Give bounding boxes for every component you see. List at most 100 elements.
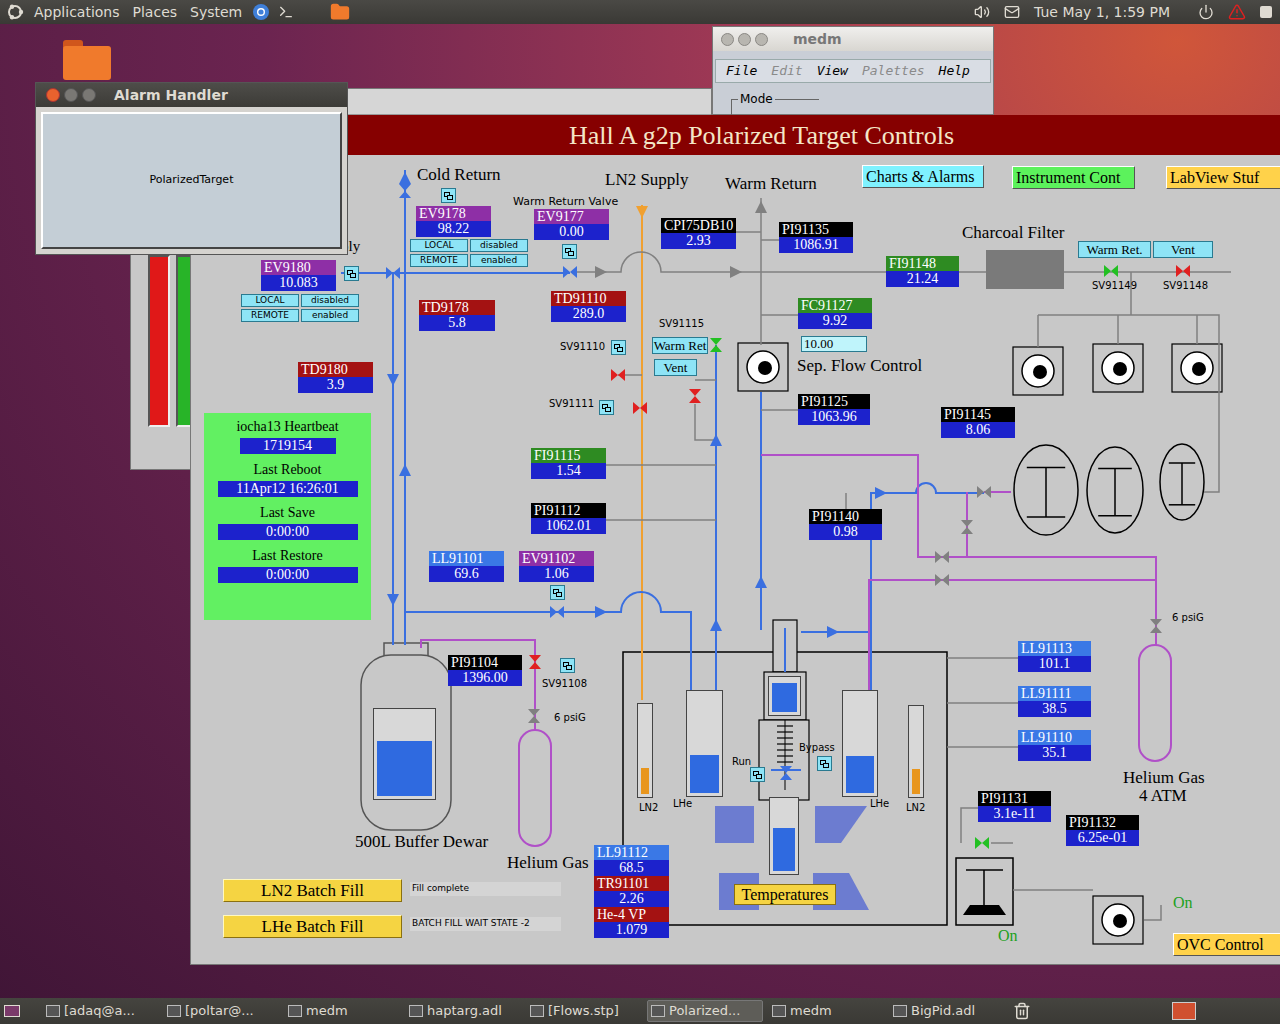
trash-icon[interactable]	[1013, 1002, 1031, 1020]
warm-pipe	[695, 379, 716, 381]
window-control-icon[interactable]	[721, 33, 734, 46]
valve-icon[interactable]	[975, 837, 989, 849]
mode-button[interactable]: LOCAL	[241, 294, 299, 307]
related-display-button[interactable]	[599, 400, 614, 415]
mode-button[interactable]: enabled	[470, 254, 528, 267]
window-control-icon[interactable]	[738, 33, 751, 46]
batch-fill-button[interactable]: LHe Batch Fill	[223, 915, 402, 938]
valve-icon[interactable]	[935, 574, 949, 586]
valve-icon[interactable]	[550, 606, 564, 618]
panel-menu[interactable]: Places	[133, 2, 178, 23]
valve-button[interactable]: Vent	[1153, 241, 1213, 258]
terminal-icon[interactable]	[278, 4, 294, 20]
user-icon[interactable]	[1260, 6, 1272, 18]
task-button[interactable]: haptarg.adl	[405, 1000, 521, 1022]
task-button[interactable]: [Flows.stp]	[526, 1000, 642, 1022]
menu-item[interactable]: Edit	[771, 61, 802, 81]
valve-icon[interactable]	[399, 184, 411, 198]
valve-icon[interactable]	[386, 267, 400, 279]
related-display-button[interactable]	[562, 244, 577, 259]
valve-icon[interactable]	[1176, 265, 1190, 277]
related-display-button[interactable]	[560, 658, 575, 673]
valve-icon[interactable]	[977, 486, 991, 498]
readout-tag: TR91101	[594, 876, 669, 891]
valve-icon[interactable]	[633, 402, 647, 414]
valve-icon[interactable]	[1150, 619, 1162, 633]
alarm-group[interactable]: PolarizedTarget	[150, 172, 234, 189]
power-icon[interactable]	[1198, 4, 1214, 20]
close-icon[interactable]	[46, 88, 60, 102]
valve-icon[interactable]	[689, 389, 701, 403]
temperatures-button[interactable]: Temperatures	[734, 884, 836, 905]
related-display-button[interactable]	[550, 585, 565, 600]
valve-icon[interactable]	[563, 266, 577, 278]
related-display-button[interactable]	[441, 188, 456, 203]
valve-button[interactable]: Vent	[654, 359, 697, 376]
mode-button[interactable]: LOCAL	[410, 239, 468, 252]
browser-icon[interactable]	[252, 3, 270, 21]
mode-button[interactable]: REMOTE	[410, 254, 468, 267]
nav-button[interactable]: Instrument Cont	[1012, 166, 1135, 189]
pump-icon	[1172, 344, 1222, 392]
menu-item[interactable]: View	[817, 61, 848, 81]
valve-icon[interactable]	[710, 338, 722, 352]
nav-button[interactable]: LabView Stuf	[1166, 166, 1280, 189]
readout-tag: FC91127	[798, 298, 872, 313]
panel-menu[interactable]: Applications	[34, 2, 120, 23]
minimize-icon[interactable]	[64, 88, 78, 102]
valve-icon[interactable]	[528, 709, 540, 723]
setpoint-field[interactable]: 10.00	[801, 336, 867, 352]
ubuntu-logo-icon[interactable]	[6, 3, 24, 21]
task-button[interactable]: medm	[768, 1000, 884, 1022]
heartbeat-label: Last Save	[260, 505, 315, 521]
task-button[interactable]: [adaq@a...	[42, 1000, 158, 1022]
task-button[interactable]: medm	[284, 1000, 400, 1022]
mode-button[interactable]: disabled	[301, 294, 359, 307]
desktop-folder-icon[interactable]	[63, 40, 111, 80]
diagram-label: Warm Return	[725, 174, 817, 194]
valve-button[interactable]: Warm Ret	[652, 337, 708, 354]
mail-icon[interactable]	[1004, 4, 1020, 20]
menu-item[interactable]: Palettes	[862, 61, 925, 81]
valve-icon[interactable]	[935, 551, 949, 563]
pump-icon	[738, 343, 788, 391]
workspace-switcher-icon[interactable]	[1172, 1002, 1196, 1020]
menu-item[interactable]: File	[726, 61, 757, 81]
mode-button[interactable]: REMOTE	[241, 309, 299, 322]
folder-icon[interactable]	[330, 2, 350, 22]
task-button[interactable]: [poltar@...	[163, 1000, 279, 1022]
related-display-button[interactable]	[611, 340, 626, 355]
flow-arrow-icon	[387, 374, 399, 386]
clock[interactable]: Tue May 1, 1:59 PM	[1034, 2, 1170, 23]
window-control-icon[interactable]	[755, 33, 768, 46]
diagram-label: Sep. Flow Control	[797, 356, 922, 376]
mode-button[interactable]: enabled	[301, 309, 359, 322]
warning-icon[interactable]	[1228, 3, 1246, 21]
valve-icon[interactable]	[529, 655, 541, 669]
nav-button[interactable]: OVC Control	[1173, 933, 1280, 956]
show-desktop-icon[interactable]	[4, 1005, 20, 1017]
helium-gas-pipe	[421, 640, 535, 730]
related-display-button[interactable]	[344, 266, 359, 281]
mode-button[interactable]: disabled	[470, 239, 528, 252]
valve-icon[interactable]	[1104, 265, 1118, 277]
app-icon	[651, 1005, 665, 1017]
readout-value: 3.1e-11	[978, 806, 1051, 822]
valve-icon[interactable]	[780, 766, 792, 780]
valve-icon[interactable]	[611, 369, 625, 381]
related-display-button[interactable]	[750, 767, 765, 782]
warm-pipe	[1013, 889, 1093, 891]
volume-icon[interactable]	[974, 4, 990, 20]
medm-window: medmFileEditViewPalettesHelpMode	[712, 26, 994, 115]
nav-button[interactable]: Charts & Alarms	[862, 165, 984, 188]
batch-fill-button[interactable]: LN2 Batch Fill	[223, 879, 402, 902]
readout-tag: LL91110	[1018, 730, 1091, 745]
related-display-button[interactable]	[817, 756, 832, 771]
valve-button[interactable]: Warm Ret.	[1078, 241, 1151, 258]
valve-icon[interactable]	[961, 520, 973, 534]
maximize-icon[interactable]	[82, 88, 96, 102]
panel-menu[interactable]: System	[190, 2, 242, 23]
task-button[interactable]: Polarized...	[647, 1000, 763, 1022]
task-button[interactable]: BigPid.adl	[889, 1000, 1005, 1022]
menu-item[interactable]: Help	[939, 61, 970, 81]
